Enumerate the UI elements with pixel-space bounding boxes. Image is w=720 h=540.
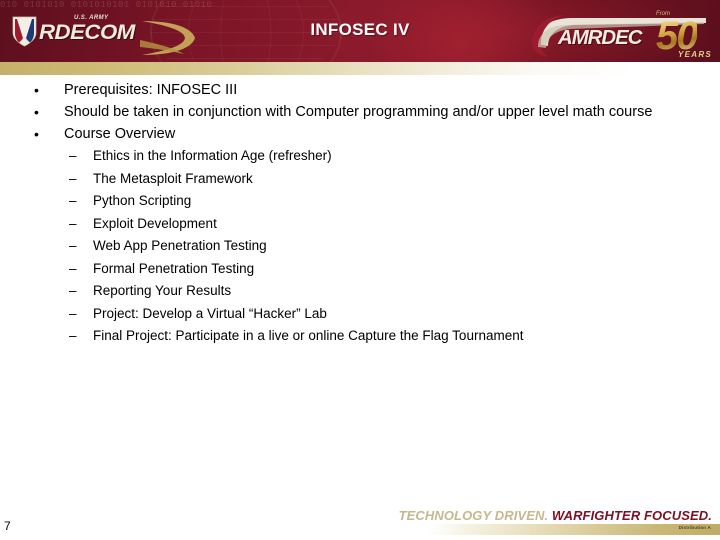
page-title: INFOSEC IV — [310, 20, 410, 39]
dash-bullet-icon: – — [69, 305, 77, 321]
footer-tagline: TECHNOLOGY DRIVEN. WARFIGHTER FOCUSED. — [399, 508, 712, 523]
sub-bullet-item: – The Metasploit Framework — [64, 168, 720, 191]
rdecom-wordmark: RDECOM — [39, 21, 135, 44]
dash-bullet-icon: – — [69, 260, 77, 276]
sub-bullet-item: – Formal Penetration Testing — [64, 258, 720, 281]
sub-bullet-text: Reporting Your Results — [93, 283, 232, 298]
sub-bullet-item: – Reporting Your Results — [64, 280, 720, 303]
amrdec-logo: From AMRDEC 50 YEARS — [528, 10, 714, 62]
dash-bullet-icon: – — [69, 215, 77, 231]
sub-bullet-item: – Exploit Development — [64, 213, 720, 236]
bullet-item: • Prerequisites: INFOSEC III — [0, 80, 720, 101]
bullet-text: Course Overview — [64, 126, 176, 142]
sub-bullet-text: Project: Develop a Virtual “Hacker” Lab — [93, 305, 327, 321]
footer-tagline-dark: WARFIGHTER FOCUSED. — [551, 508, 712, 523]
dash-bullet-icon: – — [69, 328, 77, 343]
amrdec-years-label: YEARS — [678, 50, 713, 59]
dash-bullet-icon: – — [69, 238, 77, 253]
footer-tagline-light: TECHNOLOGY DRIVEN. — [398, 508, 549, 523]
sub-bullet-text: Final Project: Participate in a live or … — [93, 328, 524, 343]
sub-bullet-list: – Ethics in the Information Age (refresh… — [64, 145, 720, 348]
sub-bullet-text: Web App Penetration Testing — [93, 238, 267, 253]
bullet-item: • Should be taken in conjunction with Co… — [0, 102, 720, 123]
dash-bullet-icon: – — [69, 193, 77, 208]
footer-gold-band — [428, 524, 720, 535]
sub-bullet-text: Python Scripting — [93, 193, 192, 208]
header-gold-divider-band — [0, 62, 720, 75]
sub-bullet-text: Exploit Development — [93, 215, 217, 231]
sub-bullet-item: – Web App Penetration Testing — [64, 235, 720, 258]
sub-bullet-item: – Python Scripting — [64, 190, 720, 213]
bullet-dot-icon: • — [34, 126, 39, 142]
rdecom-logo: U.S. ARMY RDECOM — [12, 14, 195, 55]
sub-bullet-text: Ethics in the Information Age (refresher… — [93, 148, 332, 163]
sub-bullet-text: Formal Penetration Testing — [93, 260, 255, 276]
dash-bullet-icon: – — [69, 170, 77, 186]
rdecom-shield-icon — [12, 16, 37, 47]
bullet-item: • Course Overview – Ethics in the Inform… — [0, 124, 720, 348]
slide-header: 010 0101010 0101010101 0101010 01010 U.S… — [0, 0, 720, 62]
amrdec-wordmark: AMRDEC — [558, 27, 642, 49]
footer-fine-print: Distribution A — [678, 525, 711, 530]
sub-bullet-text: The Metasploit Framework — [93, 170, 253, 186]
bullet-dot-icon: • — [34, 104, 39, 120]
sub-bullet-item: – Final Project: Participate in a live o… — [64, 325, 720, 348]
bullet-text: Prerequisites: INFOSEC III — [64, 82, 238, 98]
sub-bullet-item: – Project: Develop a Virtual “Hacker” La… — [64, 303, 720, 326]
bullet-text: Should be taken in conjunction with Comp… — [64, 104, 653, 120]
page-number: 7 — [4, 519, 11, 533]
bullet-list: • Prerequisites: INFOSEC III • Should be… — [0, 80, 720, 348]
bullet-dot-icon: • — [34, 82, 39, 98]
dash-bullet-icon: – — [69, 148, 77, 163]
slide-body: • Prerequisites: INFOSEC III • Should be… — [0, 80, 720, 349]
dash-bullet-icon: – — [69, 283, 77, 298]
sub-bullet-item: – Ethics in the Information Age (refresh… — [64, 145, 720, 168]
